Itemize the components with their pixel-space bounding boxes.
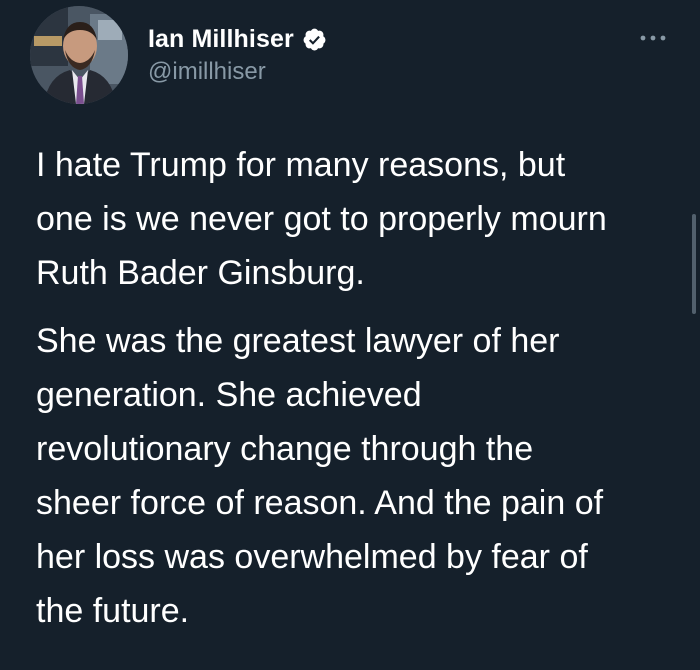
more-options-button[interactable] bbox=[634, 27, 672, 49]
tweet-line: She was the greatest lawyer of her bbox=[36, 322, 560, 360]
tweet-line: one is we never got to properly mourn bbox=[36, 200, 607, 238]
tweet-line: revolutionary change through the bbox=[36, 430, 534, 468]
tweet-line: generation. She achieved bbox=[36, 376, 422, 414]
name-row: Ian Millhiser bbox=[148, 22, 327, 56]
tweet-line: I hate Trump for many reasons, but bbox=[36, 146, 566, 184]
tweet-paragraph-1: I hate Trump for many reasons, but one i… bbox=[36, 138, 676, 300]
verified-badge-icon bbox=[302, 27, 327, 52]
handle[interactable]: @imillhiser bbox=[148, 58, 327, 86]
avatar[interactable] bbox=[30, 6, 128, 104]
scrollbar[interactable] bbox=[692, 214, 696, 314]
tweet-paragraph-2: She was the greatest lawyer of her gener… bbox=[36, 314, 676, 638]
display-name[interactable]: Ian Millhiser bbox=[148, 25, 294, 54]
tweet-line: sheer force of reason. And the pain of bbox=[36, 484, 604, 522]
author-info[interactable]: Ian Millhiser @imillhiser bbox=[148, 22, 327, 86]
tweet-text: I hate Trump for many reasons, but one i… bbox=[36, 138, 676, 652]
tweet-line: the future. bbox=[36, 592, 190, 630]
more-horizontal-icon bbox=[640, 35, 666, 41]
tweet-line: Ruth Bader Ginsburg. bbox=[36, 254, 365, 292]
tweet-line: her loss was overwhelmed by fear of bbox=[36, 538, 588, 576]
tweet-card: Ian Millhiser @imillhiser I hate Trump f… bbox=[0, 0, 700, 670]
profile-photo-icon bbox=[30, 6, 128, 104]
